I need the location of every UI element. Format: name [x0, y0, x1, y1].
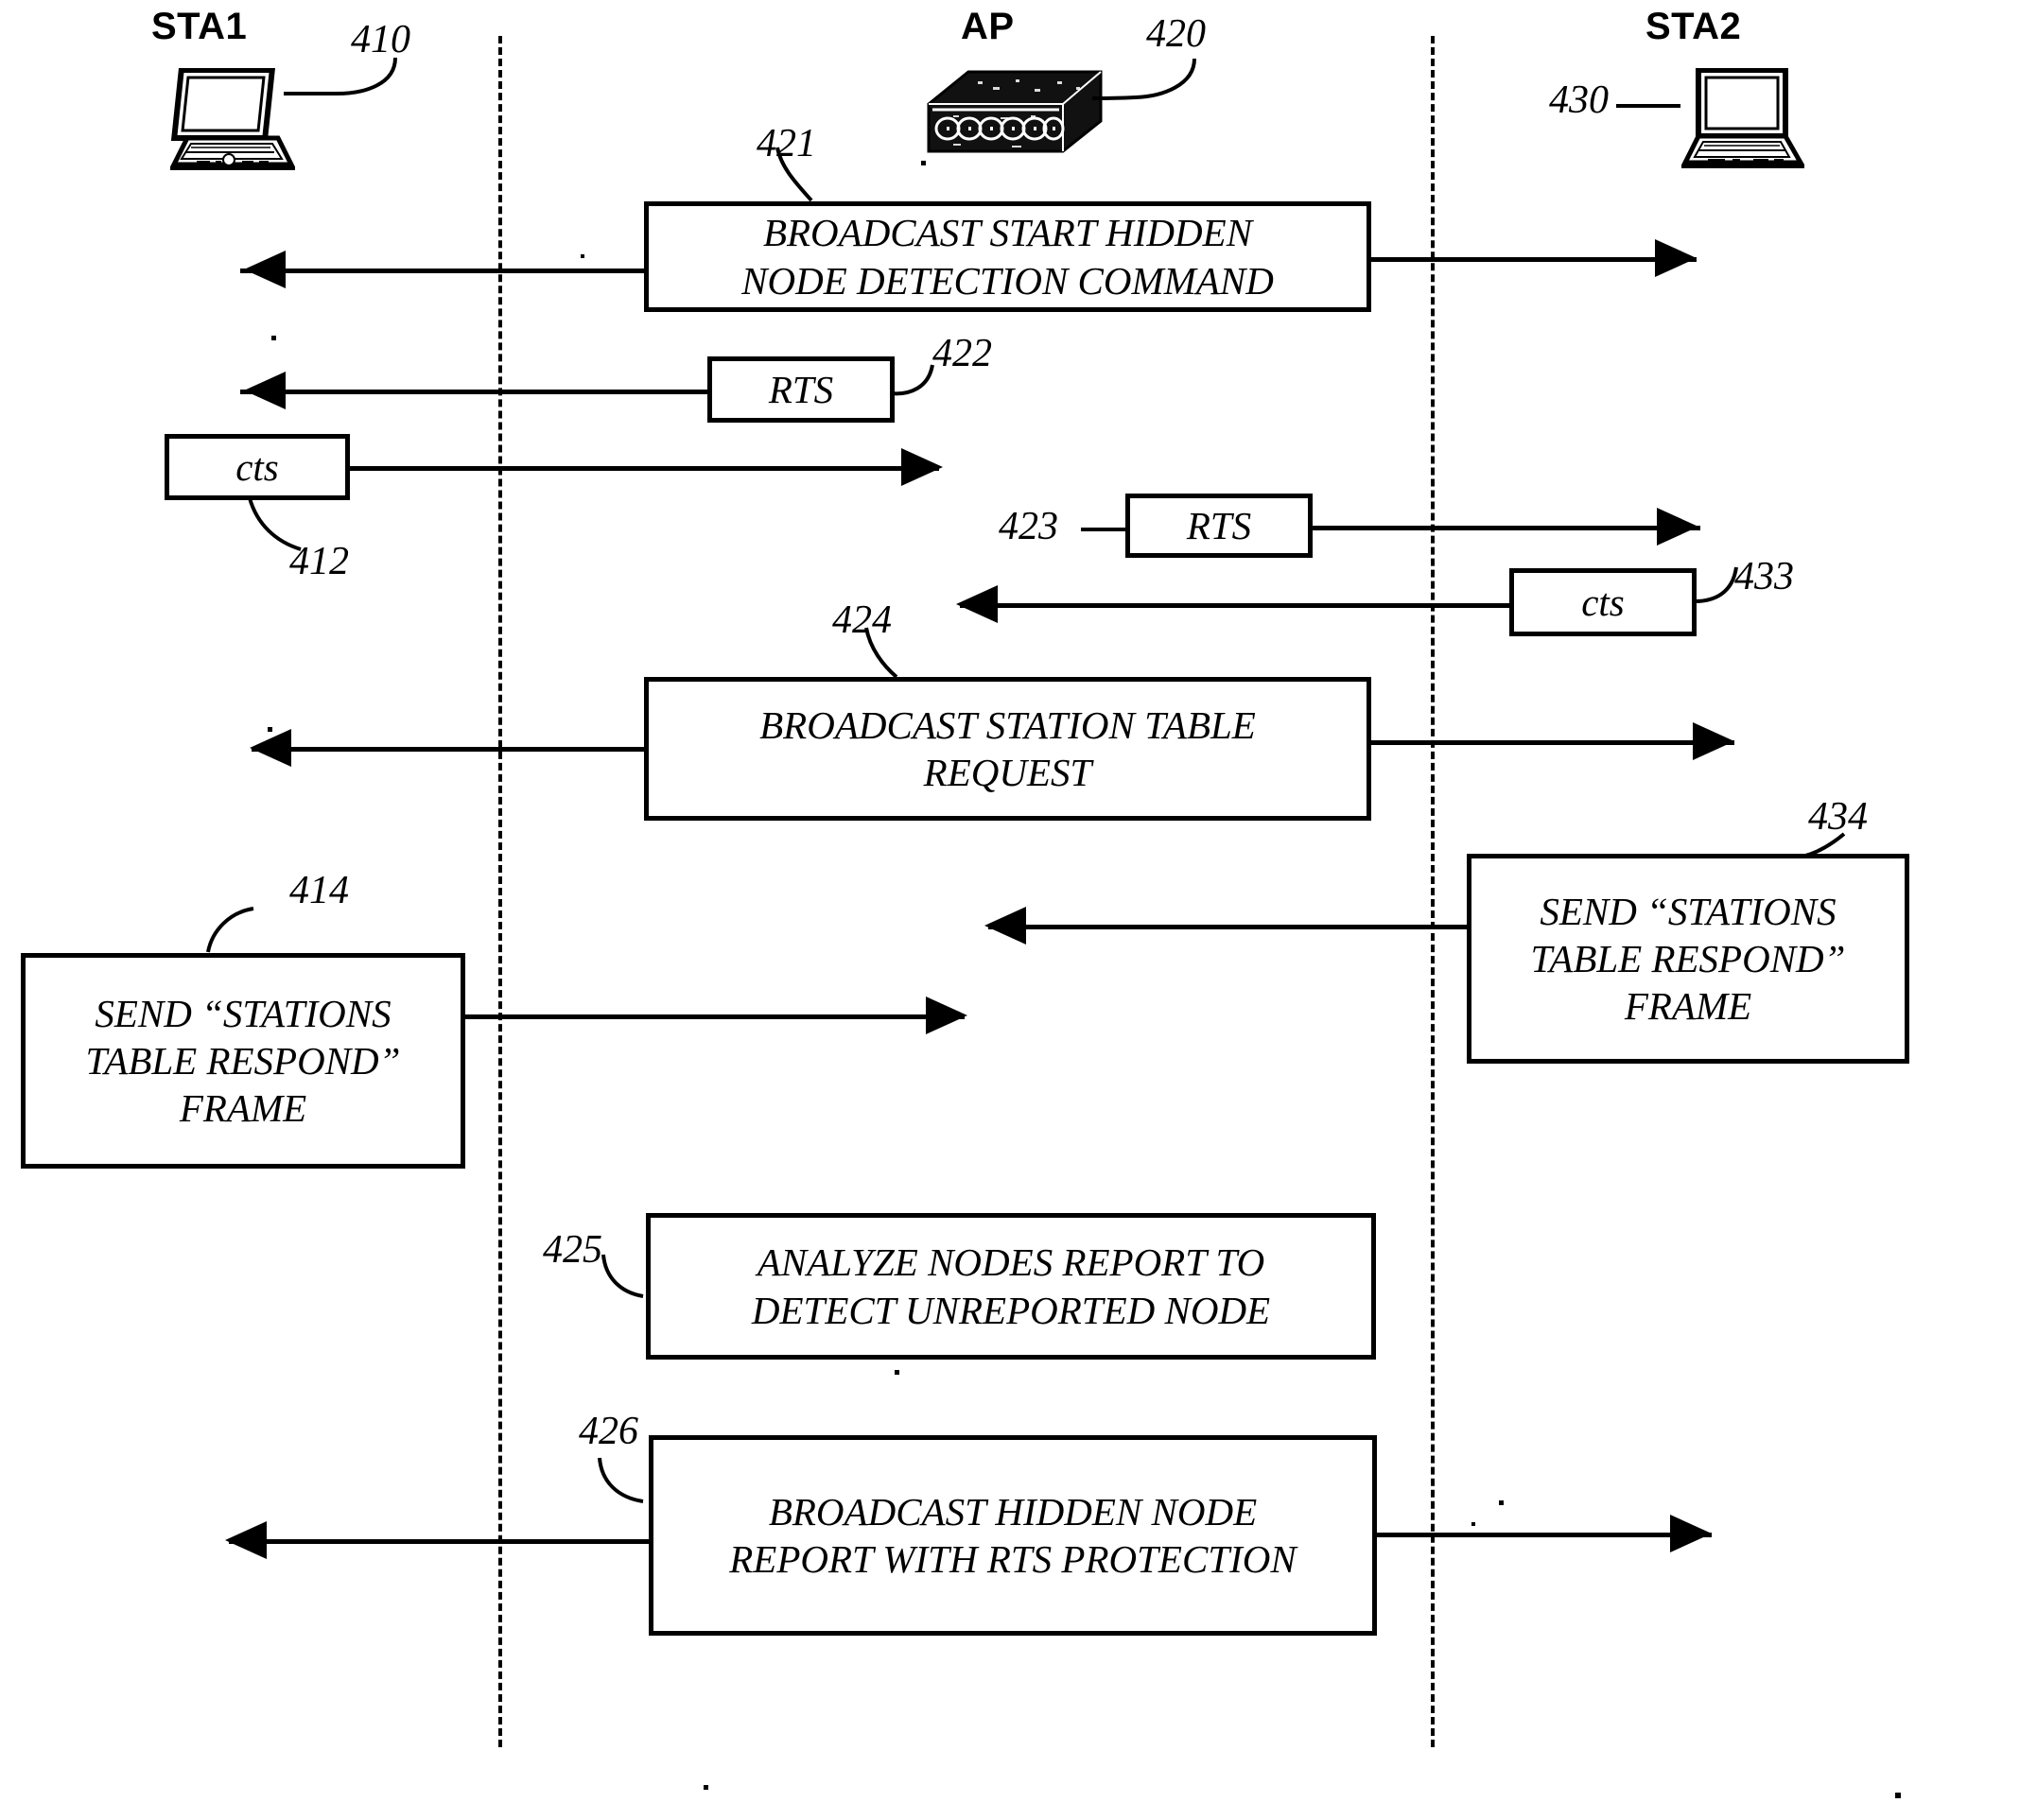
leader-line-434 — [1802, 832, 1846, 858]
column-title-ap: AP — [961, 6, 1015, 47]
scan-speck — [581, 254, 584, 258]
ref-numeral-423: 423 — [999, 505, 1058, 548]
arrow-head-433 — [956, 585, 998, 623]
arrow-line-433 — [960, 603, 1513, 608]
scan-speck — [1471, 1522, 1475, 1526]
scan-speck — [1895, 1793, 1901, 1798]
arrow-line-414 — [463, 1014, 965, 1019]
arrow-line-424-to-sta1 — [252, 747, 651, 752]
message-425-line-1: ANALYZE NODES REPORT TO — [757, 1240, 1265, 1285]
arrow-line-421-to-sta1 — [240, 269, 647, 273]
arrow-head-421-left — [244, 251, 286, 288]
ref-numeral-425: 425 — [543, 1228, 602, 1272]
message-421-line-1: BROADCAST START HIDDEN — [762, 211, 1253, 255]
arrow-head-422 — [244, 372, 286, 409]
leader-line-423 — [1081, 528, 1128, 531]
leader-line-420 — [1091, 58, 1196, 100]
arrow-line-422 — [240, 390, 711, 394]
message-box-434: SEND “STATIONS TABLE RESPOND” FRAME — [1467, 854, 1909, 1064]
arrow-line-424-to-sta2 — [1367, 740, 1734, 745]
scan-speck — [704, 1785, 708, 1790]
arrow-head-434 — [984, 907, 1026, 945]
message-box-421: BROADCAST START HIDDEN NODE DETECTION CO… — [644, 201, 1371, 312]
column-title-sta1: STA1 — [151, 6, 248, 47]
message-box-433: cts — [1509, 568, 1697, 636]
arrow-line-426-to-sta1 — [229, 1539, 654, 1544]
arrow-line-434 — [988, 925, 1471, 929]
leader-line-425 — [601, 1254, 644, 1298]
message-box-424: BROADCAST STATION TABLE REQUEST — [644, 677, 1371, 821]
message-423-label: RTS — [1186, 503, 1252, 547]
leader-line-430 — [1616, 104, 1680, 108]
message-434-line-1: SEND “STATIONS — [1540, 889, 1837, 933]
arrow-head-424-left — [250, 729, 291, 767]
message-424-line-1: BROADCAST STATION TABLE — [759, 702, 1256, 747]
message-412-label: cts — [235, 444, 279, 489]
message-box-426: BROADCAST HIDDEN NODE REPORT WITH RTS PR… — [649, 1435, 1377, 1636]
lifeline-sta1-ap-divider — [498, 36, 502, 1747]
lifeline-ap-sta2-divider — [1431, 36, 1435, 1747]
arrow-head-414 — [926, 997, 967, 1034]
leader-line-422 — [890, 364, 934, 396]
leader-line-414 — [206, 907, 254, 953]
access-point-icon — [925, 66, 1105, 157]
column-title-sta2: STA2 — [1645, 6, 1742, 47]
scan-speck — [921, 161, 926, 165]
leader-line-433 — [1694, 566, 1738, 603]
laptop-svg-sta2 — [1680, 67, 1805, 168]
leader-line-426 — [598, 1457, 644, 1503]
message-414-line-3: FRAME — [179, 1086, 307, 1130]
arrow-line-426-to-sta2 — [1373, 1533, 1712, 1537]
leader-line-424 — [864, 627, 898, 679]
scan-speck — [271, 336, 276, 340]
leader-line-410 — [284, 57, 397, 95]
message-434-line-2: TABLE RESPOND” — [1530, 936, 1846, 980]
arrow-line-423 — [1307, 526, 1700, 530]
arrow-line-421-to-sta2 — [1367, 257, 1697, 262]
message-426-line-2: REPORT WITH RTS PROTECTION — [729, 1537, 1297, 1581]
access-point-svg — [927, 70, 1103, 153]
arrow-head-421-right — [1655, 239, 1697, 277]
scan-speck — [895, 1370, 899, 1375]
message-box-425: ANALYZE NODES REPORT TO DETECT UNREPORTE… — [646, 1213, 1376, 1360]
message-box-422: RTS — [707, 356, 895, 423]
arrow-head-412 — [901, 448, 943, 486]
message-414-line-2: TABLE RESPOND” — [85, 1038, 401, 1083]
scan-speck — [1499, 1500, 1504, 1505]
arrow-head-423 — [1657, 508, 1698, 546]
message-box-423: RTS — [1125, 494, 1313, 558]
ref-numeral-420: 420 — [1146, 12, 1206, 56]
leader-line-412 — [248, 497, 302, 551]
laptop-icon-sta2 — [1672, 67, 1814, 172]
leader-line-421 — [775, 147, 813, 202]
ref-numeral-426: 426 — [579, 1410, 638, 1453]
message-box-412: cts — [165, 434, 350, 500]
message-421-line-2: NODE DETECTION COMMAND — [741, 258, 1274, 303]
message-426-line-1: BROADCAST HIDDEN NODE — [768, 1489, 1258, 1534]
patent-figure-canvas: STA1 AP STA2 410 420 430 BROADCAST START… — [0, 0, 2037, 1820]
message-433-label: cts — [1581, 580, 1625, 624]
message-434-line-3: FRAME — [1624, 984, 1752, 1028]
message-425-line-2: DETECT UNREPORTED NODE — [751, 1288, 1271, 1332]
message-414-line-1: SEND “STATIONS — [95, 991, 392, 1035]
arrow-head-426-right — [1670, 1515, 1712, 1552]
arrow-head-426-left — [225, 1521, 267, 1559]
message-424-line-2: REQUEST — [923, 751, 1092, 794]
message-422-label: RTS — [768, 367, 834, 411]
message-box-414: SEND “STATIONS TABLE RESPOND” FRAME — [21, 953, 465, 1169]
arrow-head-424-right — [1693, 722, 1734, 760]
arrow-line-412 — [348, 466, 939, 471]
ref-numeral-430: 430 — [1549, 78, 1609, 122]
